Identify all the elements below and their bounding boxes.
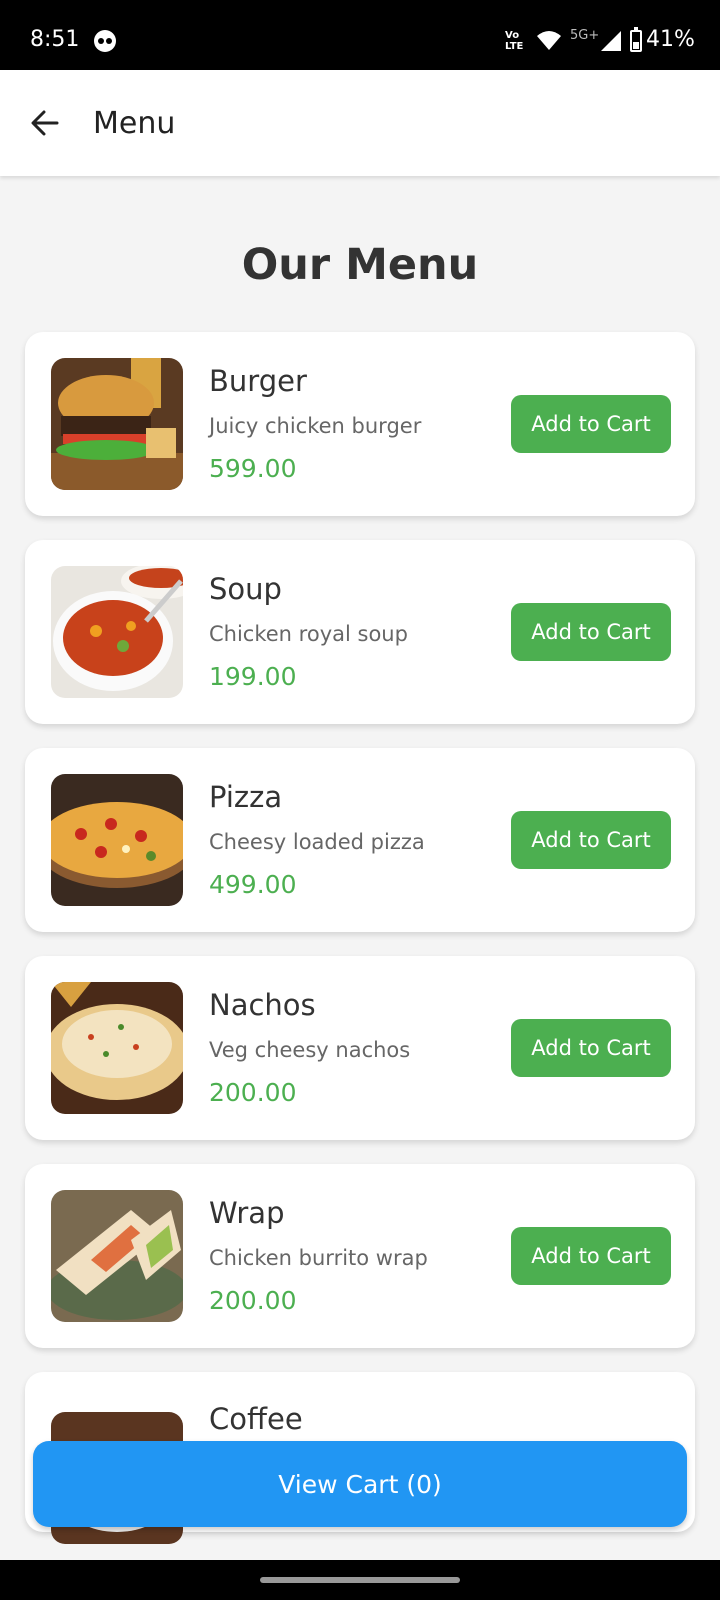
add-to-cart-button[interactable]: Add to Cart — [511, 811, 671, 869]
menu-item-card: Soup Chicken royal soup 199.00 Add to Ca… — [25, 540, 695, 724]
add-to-cart-button[interactable]: Add to Cart — [511, 395, 671, 453]
menu-item-card: Burger Juicy chicken burger 599.00 Add t… — [25, 332, 695, 516]
app-bar: Menu — [0, 70, 720, 176]
add-to-cart-button[interactable]: Add to Cart — [511, 1227, 671, 1285]
battery-icon — [630, 27, 642, 52]
notification-app-icon — [94, 30, 116, 52]
item-description: Veg cheesy nachos — [209, 1038, 411, 1062]
item-description: Chicken royal soup — [209, 622, 408, 646]
item-price: 200.00 — [209, 1286, 297, 1315]
item-name: Burger — [209, 364, 307, 398]
item-name: Coffee — [209, 1402, 303, 1436]
item-description: Cheesy loaded pizza — [209, 830, 425, 854]
signal-icon — [600, 30, 622, 56]
pizza-image — [51, 774, 183, 906]
burger-image — [51, 358, 183, 490]
wifi-icon — [536, 30, 562, 56]
menu-item-card: Wrap Chicken burrito wrap 200.00 Add to … — [25, 1164, 695, 1348]
menu-item-card: Nachos Veg cheesy nachos 200.00 Add to C… — [25, 956, 695, 1140]
navigation-bar — [0, 1560, 720, 1600]
status-time: 8:51 — [30, 27, 80, 52]
app-title: Menu — [93, 106, 176, 141]
arrow-left-icon — [31, 110, 59, 136]
battery-percent: 41% — [646, 27, 695, 52]
item-name: Pizza — [209, 780, 283, 814]
item-name: Soup — [209, 572, 282, 606]
item-name: Nachos — [209, 988, 316, 1022]
volte-icon: Vo LTE — [505, 30, 524, 52]
status-bar: 8:51 Vo LTE 5G+ 41% — [0, 0, 720, 70]
add-to-cart-button[interactable]: Add to Cart — [511, 603, 671, 661]
add-to-cart-button[interactable]: Add to Cart — [511, 1019, 671, 1077]
home-indicator[interactable] — [260, 1577, 460, 1583]
view-cart-button[interactable]: View Cart (0) — [33, 1441, 687, 1527]
item-price: 499.00 — [209, 870, 297, 899]
item-price: 200.00 — [209, 1078, 297, 1107]
item-price: 199.00 — [209, 662, 297, 691]
soup-image — [51, 566, 183, 698]
item-price: 599.00 — [209, 454, 297, 483]
item-name: Wrap — [209, 1196, 285, 1230]
back-button[interactable] — [22, 100, 68, 146]
wrap-image — [51, 1190, 183, 1322]
item-description: Juicy chicken burger — [209, 414, 422, 438]
menu-item-card: Pizza Cheesy loaded pizza 499.00 Add to … — [25, 748, 695, 932]
network-type: 5G+ — [570, 28, 600, 43]
page-heading: Our Menu — [241, 240, 479, 290]
item-description: Chicken burrito wrap — [209, 1246, 428, 1270]
nachos-image — [51, 982, 183, 1114]
